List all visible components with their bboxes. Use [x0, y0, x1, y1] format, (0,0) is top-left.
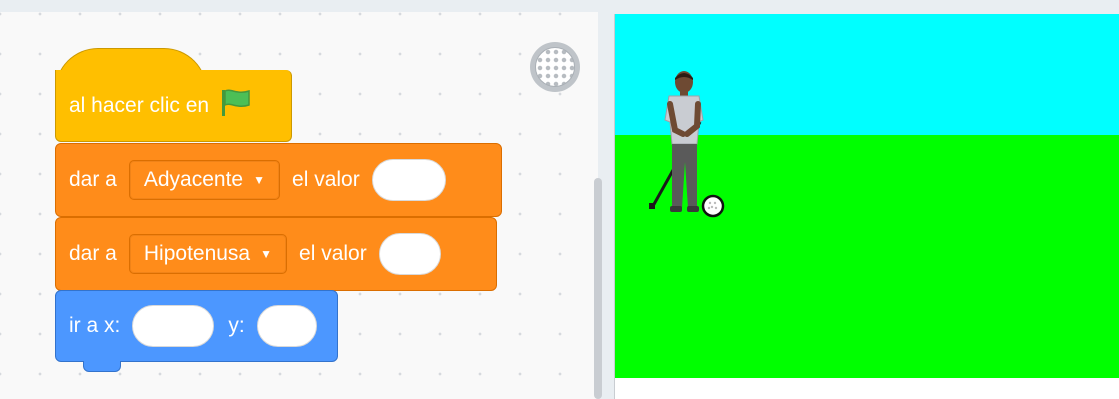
set-variable-block-hipotenusa[interactable]: dar a Hipotenusa ▼ el valor [55, 217, 497, 291]
x-value-input[interactable] [132, 305, 215, 347]
golf-ball-sprite-icon[interactable] [530, 42, 580, 92]
golf-ball-sprite[interactable] [701, 194, 725, 218]
golf-ball-icon [535, 47, 575, 87]
variable-dropdown-adyacente[interactable]: Adyacente ▼ [128, 160, 281, 200]
y-label: y: [228, 314, 245, 337]
y-value-input[interactable] [256, 305, 317, 347]
hat-block-label: al hacer clic en [69, 93, 210, 117]
goto-prefix: ir a x: [69, 314, 121, 337]
golfer-sprite[interactable] [645, 70, 755, 220]
value-input-adyacente[interactable] [371, 159, 446, 201]
set-block-1-suffix: el valor [292, 168, 360, 191]
variable-dropdown-hipotenusa[interactable]: Hipotenusa ▼ [128, 234, 288, 274]
dropdown-arrow-icon: ▼ [260, 247, 273, 261]
value-input-hipotenusa[interactable] [378, 233, 441, 275]
set-block-1-prefix: dar a [69, 168, 117, 191]
stage[interactable] [614, 14, 1119, 399]
code-area[interactable]: al hacer clic en dar a Adyacente ▼ el va… [0, 12, 598, 399]
when-flag-clicked-block[interactable]: al hacer clic en [55, 70, 292, 142]
green-flag-icon [219, 88, 253, 124]
variable-dropdown-label: Hipotenusa [143, 242, 251, 265]
variable-dropdown-label: Adyacente [143, 168, 244, 191]
go-to-xy-block[interactable]: ir a x: y: [55, 290, 338, 362]
block-bottom-notch [83, 361, 121, 372]
set-block-2-suffix: el valor [299, 242, 367, 265]
dropdown-arrow-icon: ▼ [253, 173, 266, 187]
code-area-scrollbar[interactable] [594, 178, 602, 399]
set-variable-block-adyacente[interactable]: dar a Adyacente ▼ el valor [55, 143, 502, 217]
set-block-2-prefix: dar a [69, 242, 117, 265]
